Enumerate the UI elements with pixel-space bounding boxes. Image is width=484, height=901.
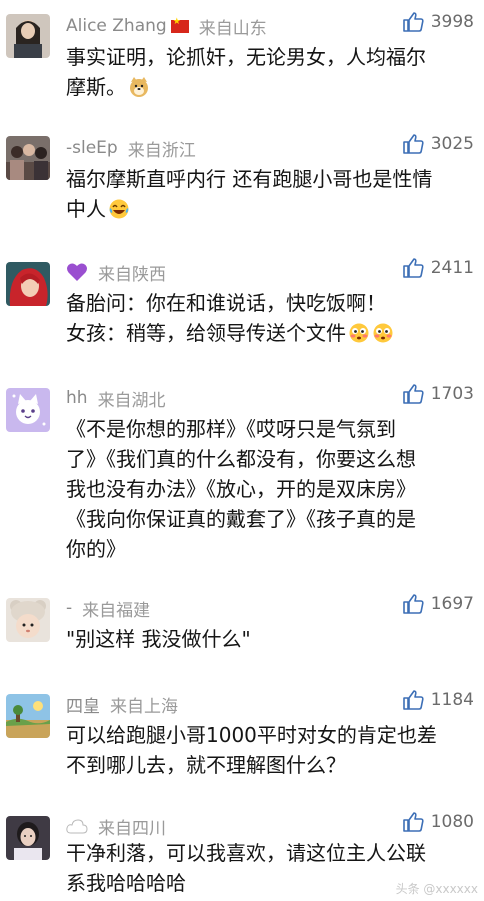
- comment-line: 女孩：稍等，给领导传送个文件: [66, 321, 346, 345]
- comment-meta: 来自四川: [66, 814, 166, 839]
- avatar[interactable]: [6, 14, 50, 58]
- like-count: 3998: [430, 12, 474, 32]
- location-label: 来自湖北: [97, 390, 166, 411]
- comment-line: 摩斯。: [66, 75, 126, 99]
- cloud-icon: [66, 818, 88, 834]
- china-flag-icon: [170, 17, 189, 33]
- user-name[interactable]: Alice Zhang: [66, 16, 167, 36]
- comment-meta: -sleEp 来自浙江: [66, 136, 196, 161]
- woozy-face-emoji-icon: [348, 322, 370, 344]
- laughing-tears-emoji-icon: [108, 198, 130, 220]
- avatar[interactable]: [6, 262, 50, 306]
- comment-item: hh 来自湖北 1703 《不是你想的那样》《哎呀只是气氛到 了》《我们真的什么…: [0, 380, 484, 570]
- thumbs-up-icon: [401, 688, 425, 712]
- comment-line: "别这样 我没做什么": [66, 627, 251, 651]
- comment-meta: 来自陕西: [66, 260, 166, 285]
- comment-meta: - 来自福建: [66, 596, 151, 621]
- like-button[interactable]: 2411: [401, 256, 474, 280]
- comment-line: 了》《我们真的什么都没有，你要这么想: [66, 447, 416, 471]
- comment-text: 事实证明，论抓奸，无论男女，人均福尔 摩斯。: [66, 42, 474, 102]
- like-button[interactable]: 3998: [401, 10, 474, 34]
- comment-line: 系我哈哈哈哈: [66, 871, 186, 895]
- user-name[interactable]: -sleEp: [66, 138, 118, 158]
- like-button[interactable]: 1697: [401, 592, 474, 616]
- comment-text: 可以给跑腿小哥1000平时对女的肯定也差 不到哪儿去，就不理解图什么？: [66, 720, 474, 780]
- like-count: 1697: [430, 594, 474, 614]
- thumbs-up-icon: [401, 810, 425, 834]
- purple-heart-icon: [66, 262, 88, 282]
- doge-emoji-icon: [128, 76, 150, 98]
- thumbs-up-icon: [401, 256, 425, 280]
- comment-item: - 来自福建 1697 "别这样 我没做什么": [0, 590, 484, 672]
- user-name[interactable]: 四皇: [66, 692, 100, 717]
- comment-text: 福尔摩斯直呼内行 还有跑腿小哥也是性情 中人: [66, 164, 474, 224]
- location-label: 来自陕西: [98, 264, 166, 285]
- comment-text: "别这样 我没做什么": [66, 624, 474, 654]
- avatar[interactable]: [6, 816, 50, 860]
- watermark: 头条 @xxxxxx: [395, 882, 478, 896]
- comment-meta: Alice Zhang 来自山东: [66, 14, 267, 39]
- avatar[interactable]: [6, 136, 50, 180]
- like-count: 1703: [430, 384, 474, 404]
- avatar[interactable]: [6, 694, 50, 738]
- comment-line: 《不是你想的那样》《哎呀只是气氛到: [66, 417, 396, 441]
- thumbs-up-icon: [401, 10, 425, 34]
- thumbs-up-icon: [401, 592, 425, 616]
- comment-line: 可以给跑腿小哥1000平时对女的肯定也差: [66, 723, 437, 747]
- like-count: 3025: [430, 134, 474, 154]
- thumbs-up-icon: [401, 132, 425, 156]
- like-button[interactable]: 1184: [401, 688, 474, 712]
- comment-meta: hh 来自湖北: [66, 386, 166, 411]
- avatar[interactable]: [6, 598, 50, 642]
- comment-line: 干净利落，可以我喜欢，请这位主人公联: [66, 841, 426, 865]
- user-name[interactable]: -: [66, 598, 72, 618]
- comment-line: 中人: [66, 197, 106, 221]
- comment-line: 不到哪儿去，就不理解图什么？: [66, 753, 346, 777]
- comment-line: 事实证明，论抓奸，无论男女，人均福尔: [66, 45, 426, 69]
- comment-item: 四皇 来自上海 1184 可以给跑腿小哥1000平时对女的肯定也差 不到哪儿去，…: [0, 686, 484, 794]
- comment-item: 来自陕西 2411 备胎问：你在和谁说话，快吃饭啊！ 女孩：稍等，给领导传送个文…: [0, 254, 484, 364]
- comment-text: 《不是你想的那样》《哎呀只是气氛到 了》《我们真的什么都没有，你要这么想 我也没…: [66, 414, 474, 564]
- comment-item: Alice Zhang 来自山东 3998 事实证明，论抓奸，无论男女，人均福尔…: [0, 8, 484, 120]
- location-label: 来自山东: [198, 18, 267, 39]
- like-button[interactable]: 1703: [401, 382, 474, 406]
- avatar[interactable]: [6, 388, 50, 432]
- location-label: 来自四川: [98, 818, 166, 839]
- user-name[interactable]: hh: [66, 388, 88, 408]
- thumbs-up-icon: [401, 382, 425, 406]
- comment-text: 备胎问：你在和谁说话，快吃饭啊！ 女孩：稍等，给领导传送个文件: [66, 288, 474, 348]
- comment-line: 我也没有办法》《放心，开的是双床房》: [66, 477, 416, 501]
- comment-line: 福尔摩斯直呼内行 还有跑腿小哥也是性情: [66, 167, 433, 191]
- like-count: 1080: [430, 812, 474, 832]
- location-label: 来自上海: [110, 696, 178, 717]
- location-label: 来自浙江: [127, 140, 196, 161]
- comment-list: Alice Zhang 来自山东 3998 事实证明，论抓奸，无论男女，人均福尔…: [0, 0, 484, 901]
- comment-line: 《我向你保证真的戴套了》《孩子真的是: [66, 507, 416, 531]
- comment-meta: 四皇 来自上海: [66, 692, 178, 717]
- like-count: 1184: [430, 690, 474, 710]
- comment-line: 备胎问：你在和谁说话，快吃饭啊！: [66, 291, 386, 315]
- like-button[interactable]: 3025: [401, 132, 474, 156]
- comment-item: -sleEp 来自浙江 3025 福尔摩斯直呼内行 还有跑腿小哥也是性情 中人: [0, 130, 484, 240]
- woozy-face-emoji-icon: [372, 322, 394, 344]
- like-button[interactable]: 1080: [401, 810, 474, 834]
- comment-line: 你的》: [66, 537, 126, 561]
- location-label: 来自福建: [82, 600, 151, 621]
- like-count: 2411: [430, 258, 474, 278]
